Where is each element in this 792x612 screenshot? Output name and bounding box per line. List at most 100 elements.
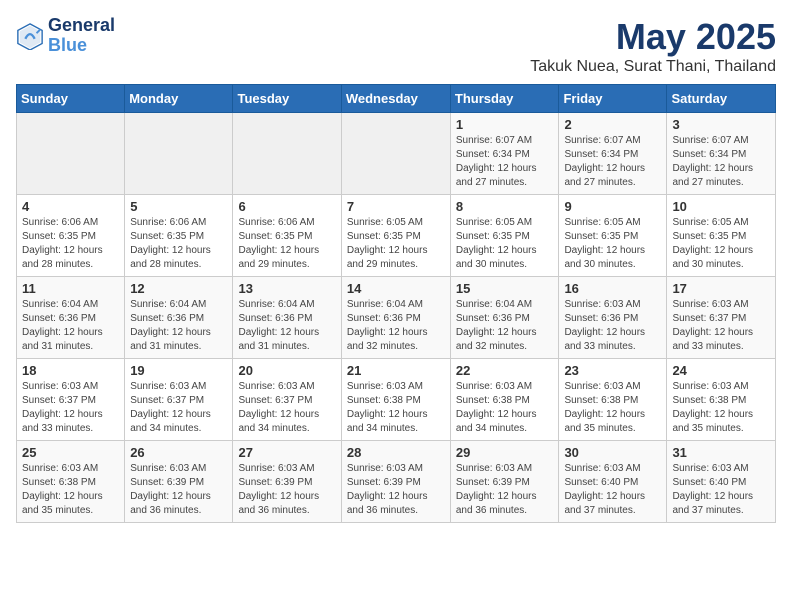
day-number: 17 [672,281,770,296]
day-number: 10 [672,199,770,214]
day-number: 20 [238,363,335,378]
day-info: Sunrise: 6:03 AM Sunset: 6:40 PM Dayligh… [672,462,770,518]
logo-icon [16,22,44,50]
day-number: 3 [672,117,770,132]
day-info: Sunrise: 6:03 AM Sunset: 6:38 PM Dayligh… [347,380,445,436]
day-number: 21 [347,363,445,378]
week-row-2: 4 Sunrise: 6:06 AM Sunset: 6:35 PM Daylig… [17,195,776,277]
day-info: Sunrise: 6:03 AM Sunset: 6:40 PM Dayligh… [564,462,661,518]
day-number: 29 [456,445,554,460]
weekday-header-wednesday: Wednesday [341,85,450,113]
weekday-header-row: SundayMondayTuesdayWednesdayThursdayFrid… [17,85,776,113]
calendar-table: SundayMondayTuesdayWednesdayThursdayFrid… [16,84,776,523]
day-cell: 12 Sunrise: 6:04 AM Sunset: 6:36 PM Dayli… [125,277,233,359]
day-cell: 9Sunrise: 6:05 AM Sunset: 6:35 PM Daylig… [559,195,667,277]
day-cell: 17 Sunrise: 6:03 AM Sunset: 6:37 PM Dayli… [667,277,776,359]
day-number: 28 [347,445,445,460]
day-cell: 1Sunrise: 6:07 AM Sunset: 6:34 PM Daylig… [450,113,559,195]
day-info: Sunrise: 6:05 AM Sunset: 6:35 PM Dayligh… [672,216,770,272]
day-info: Sunrise: 6:06 AM Sunset: 6:35 PM Dayligh… [238,216,335,272]
day-cell [341,113,450,195]
day-number: 19 [130,363,227,378]
day-cell: 15 Sunrise: 6:04 AM Sunset: 6:36 PM Dayli… [450,277,559,359]
weekday-header-monday: Monday [125,85,233,113]
day-info: Sunrise: 6:03 AM Sunset: 6:38 PM Dayligh… [22,462,119,518]
day-cell: 31 Sunrise: 6:03 AM Sunset: 6:40 PM Dayli… [667,441,776,523]
day-info: Sunrise: 6:03 AM Sunset: 6:37 PM Dayligh… [672,298,770,354]
weekday-header-sunday: Sunday [17,85,125,113]
day-info: Sunrise: 6:05 AM Sunset: 6:35 PM Dayligh… [347,216,445,272]
day-cell: 28 Sunrise: 6:03 AM Sunset: 6:39 PM Dayli… [341,441,450,523]
day-info: Sunrise: 6:04 AM Sunset: 6:36 PM Dayligh… [22,298,119,354]
week-row-3: 11 Sunrise: 6:04 AM Sunset: 6:36 PM Dayli… [17,277,776,359]
day-info: Sunrise: 6:04 AM Sunset: 6:36 PM Dayligh… [347,298,445,354]
day-info: Sunrise: 6:06 AM Sunset: 6:35 PM Dayligh… [22,216,119,272]
day-cell: 7 Sunrise: 6:05 AM Sunset: 6:35 PM Daylig… [341,195,450,277]
day-number: 12 [130,281,227,296]
day-info: Sunrise: 6:06 AM Sunset: 6:35 PM Dayligh… [130,216,227,272]
location-title: Takuk Nuea, Surat Thani, Thailand [530,58,776,76]
day-number: 9 [564,199,661,214]
page-header: GeneralBlue May 2025 Takuk Nuea, Surat T… [16,16,776,76]
day-number: 11 [22,281,119,296]
day-cell: 29Sunrise: 6:03 AM Sunset: 6:39 PM Dayli… [450,441,559,523]
day-info: Sunrise: 6:03 AM Sunset: 6:39 PM Dayligh… [347,462,445,518]
day-cell: 4 Sunrise: 6:06 AM Sunset: 6:35 PM Daylig… [17,195,125,277]
day-cell: 30 Sunrise: 6:03 AM Sunset: 6:40 PM Dayli… [559,441,667,523]
day-cell: 3Sunrise: 6:07 AM Sunset: 6:34 PM Daylig… [667,113,776,195]
day-cell: 27 Sunrise: 6:03 AM Sunset: 6:39 PM Dayli… [233,441,341,523]
day-number: 15 [456,281,554,296]
day-number: 8 [456,199,554,214]
weekday-header-tuesday: Tuesday [233,85,341,113]
day-info: Sunrise: 6:03 AM Sunset: 6:38 PM Dayligh… [456,380,554,436]
weekday-header-saturday: Saturday [667,85,776,113]
day-cell: 20Sunrise: 6:03 AM Sunset: 6:37 PM Dayli… [233,359,341,441]
day-cell: 13 Sunrise: 6:04 AM Sunset: 6:36 PM Dayli… [233,277,341,359]
day-number: 6 [238,199,335,214]
day-cell: 25 Sunrise: 6:03 AM Sunset: 6:38 PM Dayli… [17,441,125,523]
week-row-4: 18 Sunrise: 6:03 AM Sunset: 6:37 PM Dayli… [17,359,776,441]
day-number: 26 [130,445,227,460]
day-cell: 8 Sunrise: 6:05 AM Sunset: 6:35 PM Daylig… [450,195,559,277]
day-info: Sunrise: 6:07 AM Sunset: 6:34 PM Dayligh… [564,134,661,190]
day-info: Sunrise: 6:04 AM Sunset: 6:36 PM Dayligh… [238,298,335,354]
day-number: 18 [22,363,119,378]
day-number: 31 [672,445,770,460]
day-cell: 21 Sunrise: 6:03 AM Sunset: 6:38 PM Dayli… [341,359,450,441]
week-row-5: 25 Sunrise: 6:03 AM Sunset: 6:38 PM Dayli… [17,441,776,523]
day-info: Sunrise: 6:03 AM Sunset: 6:38 PM Dayligh… [672,380,770,436]
day-cell: 18Sunrise: 6:03 AM Sunset: 6:37 PM Dayli… [17,359,125,441]
day-number: 4 [22,199,119,214]
day-cell: 16Sunrise: 6:03 AM Sunset: 6:36 PM Dayli… [559,277,667,359]
week-row-1: 1Sunrise: 6:07 AM Sunset: 6:34 PM Daylig… [17,113,776,195]
day-number: 27 [238,445,335,460]
day-info: Sunrise: 6:05 AM Sunset: 6:35 PM Dayligh… [456,216,554,272]
day-cell: 14Sunrise: 6:04 AM Sunset: 6:36 PM Dayli… [341,277,450,359]
day-cell: 19 Sunrise: 6:03 AM Sunset: 6:37 PM Dayli… [125,359,233,441]
day-cell: 22 Sunrise: 6:03 AM Sunset: 6:38 PM Dayli… [450,359,559,441]
day-info: Sunrise: 6:03 AM Sunset: 6:39 PM Dayligh… [238,462,335,518]
weekday-header-friday: Friday [559,85,667,113]
day-cell: 6 Sunrise: 6:06 AM Sunset: 6:35 PM Daylig… [233,195,341,277]
title-block: May 2025 Takuk Nuea, Surat Thani, Thaila… [530,16,776,76]
day-cell: 5Sunrise: 6:06 AM Sunset: 6:35 PM Daylig… [125,195,233,277]
day-number: 7 [347,199,445,214]
day-info: Sunrise: 6:03 AM Sunset: 6:37 PM Dayligh… [130,380,227,436]
day-info: Sunrise: 6:07 AM Sunset: 6:34 PM Dayligh… [456,134,554,190]
day-number: 25 [22,445,119,460]
day-number: 30 [564,445,661,460]
day-cell: 24 Sunrise: 6:03 AM Sunset: 6:38 PM Dayli… [667,359,776,441]
day-info: Sunrise: 6:04 AM Sunset: 6:36 PM Dayligh… [456,298,554,354]
day-cell: 2 Sunrise: 6:07 AM Sunset: 6:34 PM Daylig… [559,113,667,195]
logo: GeneralBlue [16,16,115,56]
day-number: 13 [238,281,335,296]
day-number: 22 [456,363,554,378]
day-info: Sunrise: 6:03 AM Sunset: 6:38 PM Dayligh… [564,380,661,436]
day-cell: 26 Sunrise: 6:03 AM Sunset: 6:39 PM Dayli… [125,441,233,523]
day-cell: 11 Sunrise: 6:04 AM Sunset: 6:36 PM Dayli… [17,277,125,359]
day-number: 2 [564,117,661,132]
day-number: 24 [672,363,770,378]
day-info: Sunrise: 6:03 AM Sunset: 6:39 PM Dayligh… [130,462,227,518]
day-info: Sunrise: 6:04 AM Sunset: 6:36 PM Dayligh… [130,298,227,354]
day-cell [233,113,341,195]
